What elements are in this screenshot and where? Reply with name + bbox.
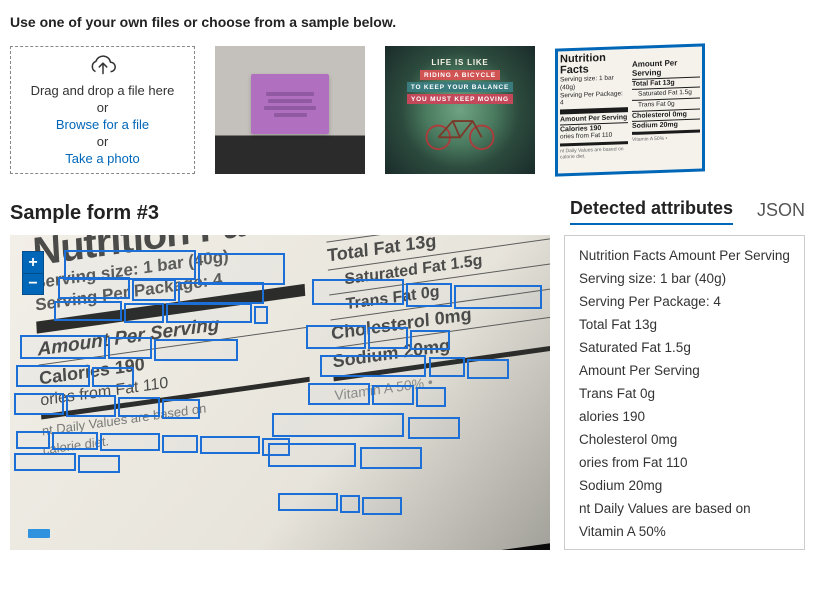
detection-box xyxy=(14,393,64,415)
section-title: Sample form #3 xyxy=(10,202,159,225)
detection-box xyxy=(166,303,252,323)
detection-box xyxy=(410,330,450,350)
detection-box xyxy=(320,355,426,377)
attr-line: calorie diet. xyxy=(579,547,790,550)
detection-box xyxy=(78,455,120,473)
zoom-controls: + − xyxy=(22,251,44,295)
detection-box xyxy=(154,339,238,361)
sample-gallery: Drag and drop a file here or Browse for … xyxy=(10,46,805,174)
attr-line: Saturated Fat 1.5g xyxy=(579,340,790,355)
detection-box xyxy=(429,357,465,377)
detection-box xyxy=(100,433,160,451)
detection-box xyxy=(467,359,509,379)
sticky-note-graphic xyxy=(251,74,329,134)
browse-file-link[interactable]: Browse for a file xyxy=(56,117,149,132)
detection-box xyxy=(408,417,460,439)
detection-box xyxy=(162,435,198,453)
detection-box xyxy=(340,495,360,513)
attr-line: ories from Fat 110 xyxy=(579,455,790,470)
detection-box xyxy=(108,337,152,359)
sample-thumb-2[interactable]: LIFE IS LIKE RIDING A BICYCLE TO KEEP YO… xyxy=(385,46,535,174)
file-dropzone[interactable]: Drag and drop a file here or Browse for … xyxy=(10,46,195,174)
detection-box xyxy=(178,282,264,304)
detection-box xyxy=(124,303,164,323)
tab-detected-attributes[interactable]: Detected attributes xyxy=(570,198,733,225)
detection-box xyxy=(360,447,422,469)
zoom-out-button[interactable]: − xyxy=(22,273,44,295)
attr-line: alories 190 xyxy=(579,409,790,424)
cloud-upload-icon xyxy=(88,54,118,81)
detection-box xyxy=(200,436,260,454)
detection-box xyxy=(372,385,414,405)
detection-box xyxy=(52,432,98,450)
attr-line: nt Daily Values are based on xyxy=(579,501,790,516)
attr-line: Serving size: 1 bar (40g) xyxy=(579,271,790,286)
bike-text: LIFE IS LIKE RIDING A BICYCLE TO KEEP YO… xyxy=(407,56,513,106)
detection-box xyxy=(20,335,106,359)
or-text-1: or xyxy=(97,100,109,115)
attr-line: Serving Per Package: 4 xyxy=(579,294,790,309)
detection-box xyxy=(16,431,50,449)
attr-line: Nutrition Facts Amount Per Serving xyxy=(579,248,790,263)
detection-box xyxy=(416,387,446,407)
attr-line: Total Fat 13g xyxy=(579,317,790,332)
detection-box xyxy=(16,365,90,387)
tab-json[interactable]: JSON xyxy=(757,200,805,225)
detection-box xyxy=(306,325,366,349)
detection-box xyxy=(54,301,122,321)
detection-box xyxy=(162,399,200,419)
attr-line: Vitamin A 50% xyxy=(579,524,790,539)
instruction-text: Use one of your own files or choose from… xyxy=(10,14,805,30)
detection-box xyxy=(14,453,76,471)
detection-box xyxy=(64,250,196,280)
zoom-in-button[interactable]: + xyxy=(22,251,44,273)
detection-box xyxy=(362,497,402,515)
thumb3-left-col: Nutrition Facts Serving size: 1 bar (40g… xyxy=(560,52,628,172)
thumb3-right-col: Amount Per Serving Total Fat 13g Saturat… xyxy=(632,50,700,170)
detection-box xyxy=(308,383,370,405)
detection-box xyxy=(198,253,285,285)
detection-box xyxy=(268,443,356,467)
detection-box xyxy=(368,327,408,349)
detection-box xyxy=(132,279,176,301)
attr-line: Amount Per Serving xyxy=(579,363,790,378)
minimap-indicator xyxy=(28,529,50,538)
detection-box xyxy=(254,306,268,324)
section-header-row: Sample form #3 Detected attributes JSON xyxy=(10,198,805,225)
drag-text: Drag and drop a file here xyxy=(31,83,175,98)
detection-box xyxy=(66,395,116,417)
or-text-2: or xyxy=(97,134,109,149)
bicycle-icon xyxy=(418,112,502,150)
attr-line: Trans Fat 0g xyxy=(579,386,790,401)
detection-box xyxy=(406,283,452,307)
attr-line: Sodium 20mg xyxy=(579,478,790,493)
detection-box xyxy=(118,397,160,417)
detection-box xyxy=(272,413,404,437)
detection-box xyxy=(312,279,404,305)
take-photo-link[interactable]: Take a photo xyxy=(65,151,139,166)
main-content-row: + − Nutrition Facts Serving size: 1 bar … xyxy=(10,235,805,550)
detected-attributes-panel: Nutrition Facts Amount Per Serving Servi… xyxy=(564,235,805,550)
detection-box xyxy=(278,493,338,511)
attr-line: Cholesterol 0mg xyxy=(579,432,790,447)
detection-box xyxy=(92,367,134,387)
sample-thumb-1[interactable] xyxy=(215,46,365,174)
detection-box xyxy=(58,277,130,299)
result-tabs: Detected attributes JSON xyxy=(570,198,805,225)
detection-box xyxy=(454,285,542,309)
image-viewer[interactable]: + − Nutrition Facts Serving size: 1 bar … xyxy=(10,235,550,550)
sample-thumb-3[interactable]: Nutrition Facts Serving size: 1 bar (40g… xyxy=(555,43,705,176)
